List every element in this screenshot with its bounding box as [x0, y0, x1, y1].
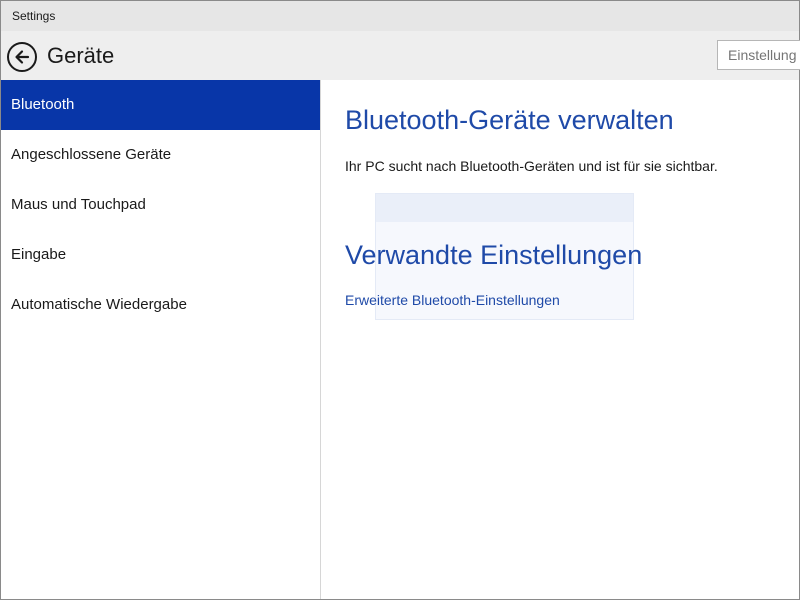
section-title: Bluetooth-Geräte verwalten: [345, 105, 674, 135]
sidebar-item-autoplay[interactable]: Automatische Wiedergabe: [1, 280, 320, 330]
bluetooth-status-text: Ihr PC sucht nach Bluetooth-Geräten und …: [345, 158, 718, 174]
faded-dialog-bar: [376, 194, 633, 222]
sidebar: Bluetooth Angeschlossene Geräte Maus und…: [1, 80, 321, 599]
sidebar-item-input[interactable]: Eingabe: [1, 230, 320, 280]
window-title: Settings: [12, 9, 56, 23]
back-button[interactable]: [7, 42, 37, 72]
sidebar-item-bluetooth[interactable]: Bluetooth: [1, 80, 320, 130]
sidebar-item-connected-devices[interactable]: Angeschlossene Geräte: [1, 130, 320, 180]
search-input[interactable]: [717, 40, 800, 70]
back-arrow-icon: [15, 50, 30, 64]
sidebar-item-mouse-touchpad[interactable]: Maus und Touchpad: [1, 180, 320, 230]
related-settings-title: Verwandte Einstellungen: [345, 240, 643, 270]
title-bar: Settings: [1, 1, 799, 31]
page-header: Geräte: [1, 31, 800, 80]
advanced-bluetooth-settings-link[interactable]: Erweiterte Bluetooth-Einstellungen: [345, 292, 560, 308]
page-title: Geräte: [47, 43, 115, 68]
